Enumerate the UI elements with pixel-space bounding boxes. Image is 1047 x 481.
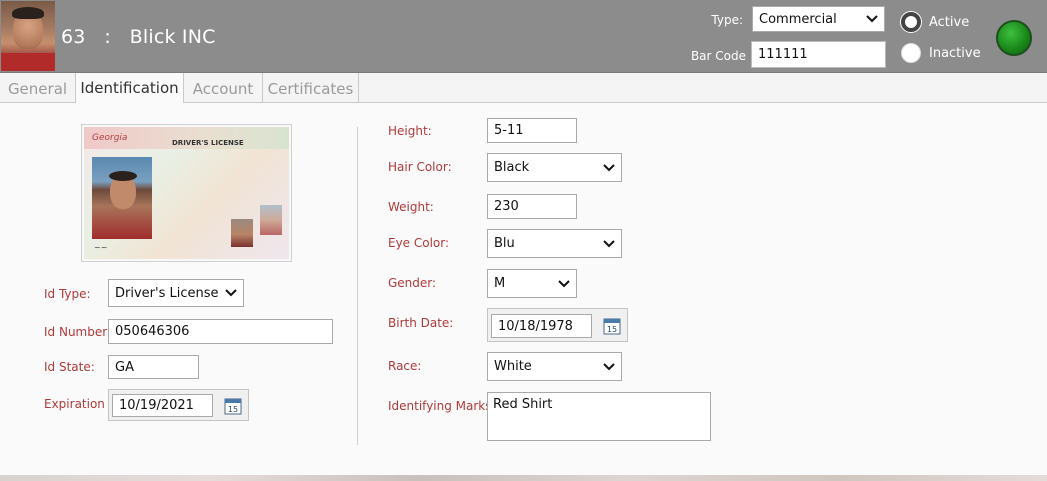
avatar (1, 1, 55, 71)
barcode-label: Bar Code (690, 49, 746, 63)
gender-value: M (494, 276, 506, 291)
license-title: DRIVER'S LICENSE (172, 139, 244, 147)
race-select[interactable]: White (487, 352, 622, 381)
id-state-input[interactable]: GA (108, 355, 199, 379)
type-select-value: Commercial (759, 11, 837, 27)
status-active-radio[interactable] (901, 12, 921, 32)
id-state-value: GA (115, 359, 134, 375)
race-value: White (494, 359, 532, 374)
hair-color-select[interactable]: Black (487, 153, 622, 182)
expiration-label: Expiration (44, 397, 105, 411)
eye-color-label: Eye Color: (388, 236, 450, 250)
svg-text:15: 15 (228, 405, 238, 414)
identifying-marks-value: Red Shirt (493, 397, 553, 412)
race-label: Race: (388, 359, 422, 373)
expiration-date-picker: 10/19/2021 15 (108, 389, 249, 421)
record-header: 63 : Blick INC Type: Commercial Bar Code… (0, 0, 1047, 73)
id-type-label: Id Type: (44, 287, 91, 301)
id-number-value: 050646306 (115, 324, 190, 339)
birth-date-label: Birth Date: (388, 316, 454, 330)
barcode-value: 111111 (758, 47, 808, 62)
column-divider (357, 127, 358, 445)
tab-account[interactable]: Account (184, 73, 263, 104)
id-number-label: Id Number: (44, 325, 112, 339)
expiration-value: 10/19/2021 (119, 398, 194, 413)
chevron-down-icon (603, 239, 615, 247)
company-name: Blick INC (129, 26, 216, 48)
calendar-icon[interactable]: 15 (603, 317, 621, 335)
id-type-select[interactable]: Driver's License (108, 279, 244, 307)
status-light-icon (996, 20, 1032, 56)
birth-date-input[interactable]: 10/18/1978 (491, 314, 592, 338)
height-value: 5-11 (494, 123, 524, 138)
chevron-down-icon (603, 163, 615, 171)
page-title: 63 : Blick INC (61, 26, 216, 48)
title-separator: : (104, 26, 111, 48)
hair-color-label: Hair Color: (388, 160, 452, 174)
license-signature: ~~ (94, 243, 108, 252)
chevron-down-icon (603, 362, 615, 370)
identifying-marks-textarea[interactable]: Red Shirt (487, 392, 711, 441)
barcode-input[interactable]: 111111 (751, 41, 886, 68)
tab-bar: General Identification Account Certifica… (0, 73, 1047, 104)
eye-color-select[interactable]: Blu (487, 229, 622, 258)
chevron-down-icon (225, 289, 237, 297)
tab-certificates[interactable]: Certificates (263, 73, 359, 104)
tab-general[interactable]: General (0, 73, 76, 104)
record-number: 63 (61, 26, 86, 48)
weight-value: 230 (494, 199, 519, 214)
license-image: Georgia DRIVER'S LICENSE ~~ (81, 124, 292, 262)
birth-date-value: 10/18/1978 (498, 318, 573, 334)
status-inactive-label: Inactive (929, 46, 981, 61)
gender-label: Gender: (388, 276, 437, 290)
weight-input[interactable]: 230 (487, 194, 577, 219)
type-label: Type: (711, 13, 743, 27)
gender-select[interactable]: M (487, 269, 577, 298)
expiration-input[interactable]: 10/19/2021 (112, 394, 213, 417)
calendar-icon[interactable]: 15 (224, 397, 242, 415)
birth-date-picker: 10/18/1978 15 (487, 308, 628, 342)
chevron-down-icon (866, 15, 878, 23)
license-state-text: Georgia (92, 133, 128, 143)
chevron-down-icon (558, 279, 570, 287)
bottom-strip (0, 475, 1047, 481)
hair-color-value: Black (494, 160, 530, 175)
identifying-marks-label: Identifying Marks: (388, 399, 496, 413)
id-number-input[interactable]: 050646306 (108, 319, 333, 344)
id-type-value: Driver's License (115, 285, 219, 301)
status-active-label: Active (929, 15, 970, 30)
id-state-label: Id State: (44, 360, 95, 374)
status-inactive-radio[interactable] (901, 43, 921, 63)
height-label: Height: (388, 124, 432, 138)
tab-identification[interactable]: Identification (75, 73, 184, 104)
eye-color-value: Blu (494, 236, 515, 251)
type-select[interactable]: Commercial (752, 6, 885, 32)
svg-text:15: 15 (607, 325, 617, 334)
height-input[interactable]: 5-11 (487, 118, 577, 143)
weight-label: Weight: (388, 200, 434, 214)
